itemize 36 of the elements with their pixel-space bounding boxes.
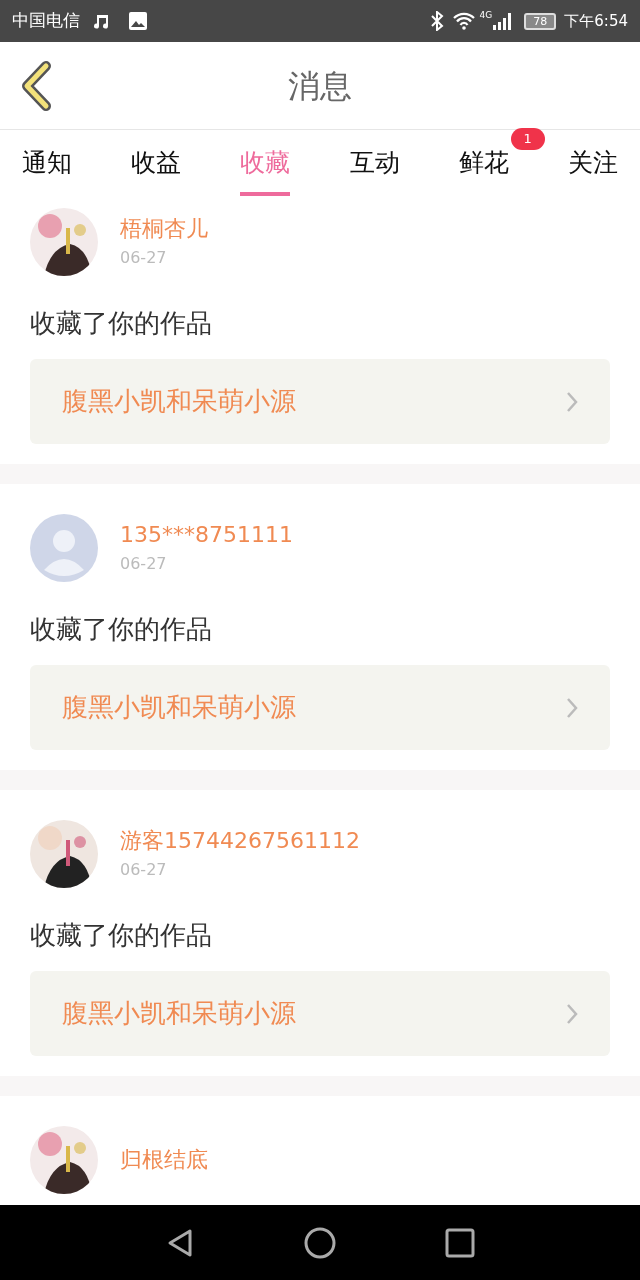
bluetooth-icon — [429, 11, 444, 31]
chevron-right-icon — [566, 1002, 578, 1025]
back-button[interactable] — [20, 60, 54, 111]
network-type: 4G — [479, 9, 493, 22]
date: 06-27 — [120, 250, 168, 266]
battery-indicator: 78 — [524, 12, 557, 30]
chevron-right-icon — [566, 390, 578, 413]
signal-icon — [492, 11, 513, 31]
clock: 下午6:54 — [564, 10, 628, 32]
chevron-right-icon — [566, 696, 578, 719]
page-title: 消息 — [288, 65, 352, 107]
date: 06-27 — [120, 556, 168, 572]
count-badge: 1 — [510, 128, 545, 150]
tab[interactable]: 收益 — [131, 134, 182, 196]
message-text: 收藏了你的作品 — [30, 919, 213, 952]
work-link[interactable]: 腹黑小凯和呆萌小源 — [30, 971, 610, 1056]
tab[interactable]: 收藏 — [240, 134, 291, 196]
home-icon[interactable] — [304, 1226, 336, 1259]
work-link[interactable]: 腹黑小凯和呆萌小源 — [30, 665, 610, 750]
user-name[interactable]: 135***8751111 — [120, 524, 293, 546]
image-icon — [128, 11, 148, 31]
message-text: 收藏了你的作品 — [30, 613, 213, 646]
work-link[interactable]: 腹黑小凯和呆萌小源 — [30, 359, 610, 444]
user-name[interactable]: 游客15744267561112 — [120, 830, 360, 852]
tab[interactable]: 互动 — [349, 134, 400, 196]
wifi-icon — [451, 11, 476, 31]
user-name[interactable]: 梧桐杏儿 — [120, 218, 208, 240]
recents-icon[interactable] — [444, 1226, 476, 1259]
tab[interactable]: 关注 — [567, 134, 618, 196]
default-avatar-icon — [30, 514, 98, 582]
tab[interactable]: 通知 — [22, 134, 72, 196]
user-name[interactable]: 归根结底 — [120, 1149, 208, 1171]
carrier: 中国电信 — [12, 9, 80, 33]
tab[interactable]: 鲜花 — [458, 134, 509, 196]
date: 06-27 — [120, 862, 168, 878]
message-text: 收藏了你的作品 — [30, 307, 213, 340]
